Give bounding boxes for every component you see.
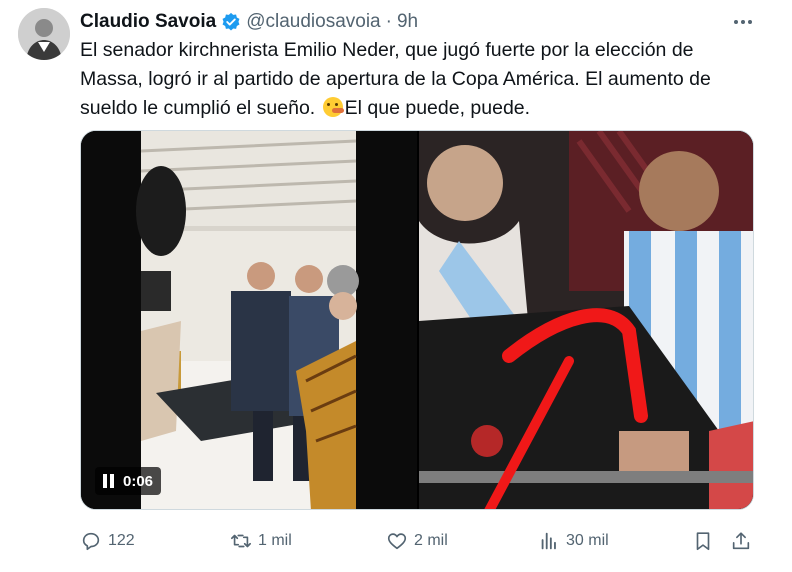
tweet-text-fragment: sueldo le cumplió el sueño.: [80, 97, 321, 119]
reply-icon: [82, 532, 100, 551]
pause-icon[interactable]: [103, 474, 115, 488]
reply-button[interactable]: 122: [80, 526, 135, 556]
verified-badge-icon: [221, 12, 241, 32]
shushing-face-emoji-icon: [322, 97, 344, 117]
tweet-header: Claudio Savoia @claudiosavoia · 9h: [80, 10, 418, 34]
video-frame: [81, 131, 417, 509]
author-handle[interactable]: @claudiosavoia: [246, 11, 380, 33]
video-time: 0:06: [123, 472, 154, 490]
tweet-text-line: Massa, logró ir al partido de apertura d…: [80, 68, 711, 90]
views-button[interactable]: 30 mil: [538, 526, 609, 556]
retweet-button[interactable]: 1 mil: [230, 526, 292, 556]
separator: ·: [385, 11, 392, 32]
tweet-text-line: sueldo le cumplió el sueño. El que puede…: [80, 94, 760, 123]
bookmark-icon: [696, 532, 710, 551]
photo[interactable]: [419, 131, 753, 509]
views-count: 30 mil: [566, 532, 609, 549]
tweet-text-line: El senador kirchnerista Emilio Neder, qu…: [80, 39, 694, 61]
tweet-actions: 122 1 mil 2 mil 30 mil: [80, 526, 760, 556]
like-button[interactable]: 2 mil: [386, 526, 448, 556]
share-button[interactable]: [730, 526, 752, 556]
avatar-image: [18, 8, 70, 60]
tweet: Claudio Savoia @claudiosavoia · 9h El se…: [0, 0, 792, 572]
bookmark-button[interactable]: [692, 526, 714, 556]
video-player[interactable]: 0:06: [81, 131, 417, 509]
video-controls[interactable]: 0:06: [95, 467, 162, 495]
retweet-count: 1 mil: [258, 532, 292, 549]
heart-icon: [387, 533, 407, 550]
share-icon: [732, 532, 750, 550]
views-icon: [541, 532, 556, 550]
retweet-icon: [231, 534, 251, 548]
reply-count: 122: [108, 532, 135, 549]
author-name[interactable]: Claudio Savoia: [80, 11, 216, 33]
tweet-text-fragment: El que puede, puede.: [344, 97, 531, 119]
timestamp[interactable]: 9h: [397, 11, 418, 33]
media-container: 0:06: [80, 130, 754, 510]
photo-image: [419, 131, 753, 509]
more-options-icon[interactable]: [728, 10, 758, 34]
like-count: 2 mil: [414, 532, 448, 549]
tweet-text: El senador kirchnerista Emilio Neder, qu…: [80, 36, 760, 123]
avatar[interactable]: [18, 8, 70, 60]
